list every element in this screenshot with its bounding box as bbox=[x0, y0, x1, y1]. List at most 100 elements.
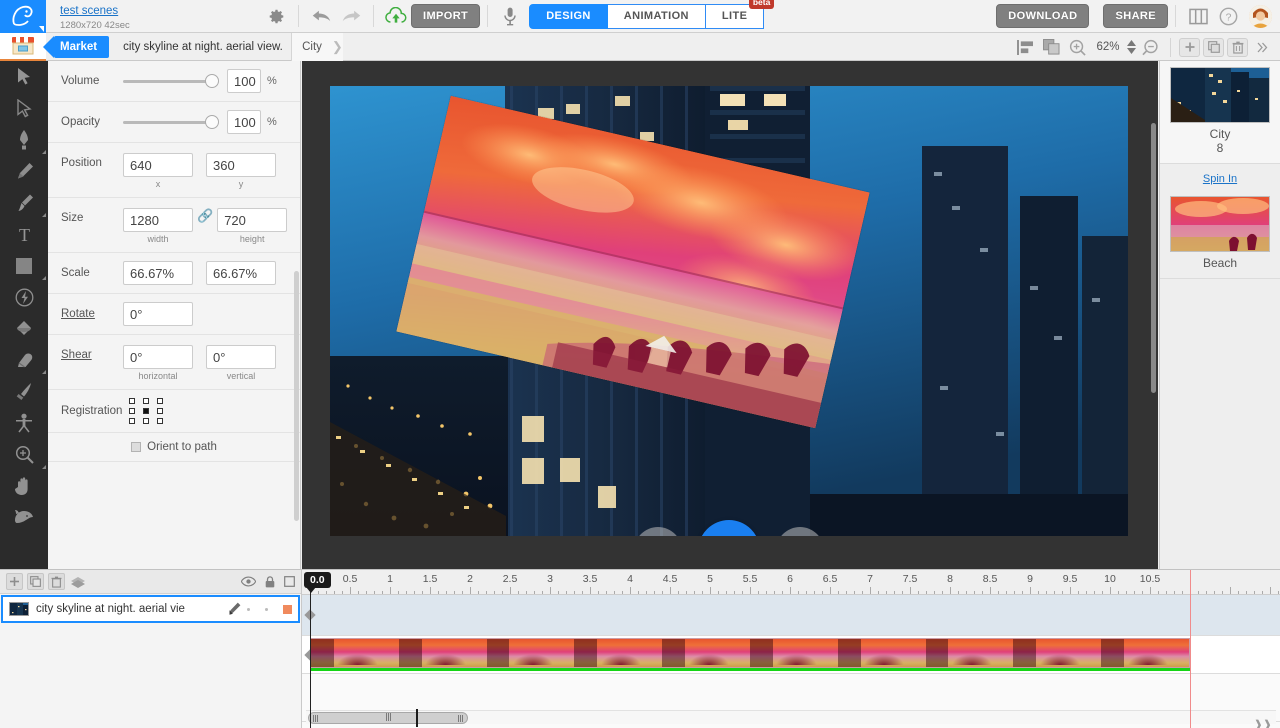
tool-flyout-indicator[interactable] bbox=[42, 464, 46, 469]
tool-flyout-indicator[interactable] bbox=[42, 370, 46, 374]
lock-icon[interactable] bbox=[265, 575, 275, 588]
logo-dropdown-caret-icon[interactable] bbox=[39, 25, 44, 32]
transition-link-spin-in[interactable]: Spin In bbox=[1203, 173, 1237, 185]
shear-label[interactable]: Shear bbox=[61, 345, 123, 361]
scrollbar-grip-left[interactable] bbox=[313, 714, 318, 722]
settings-gear-button[interactable] bbox=[261, 0, 291, 33]
opacity-input[interactable]: 100 bbox=[227, 110, 261, 134]
merge-layers-button[interactable] bbox=[69, 573, 86, 590]
opacity-slider-knob[interactable] bbox=[205, 115, 219, 129]
tool-text[interactable]: T bbox=[0, 219, 48, 251]
timeline-track-animation[interactable] bbox=[302, 595, 1280, 636]
panel-toggle-button[interactable] bbox=[1183, 3, 1213, 29]
registration-dot[interactable] bbox=[143, 398, 149, 404]
app-logo[interactable] bbox=[0, 0, 46, 33]
delete-layer-button[interactable] bbox=[48, 573, 65, 590]
mode-animation-button[interactable]: ANIMATION bbox=[607, 3, 706, 29]
tool-zoom[interactable] bbox=[0, 439, 48, 471]
align-objects-button[interactable] bbox=[1013, 36, 1037, 58]
properties-scrollbar[interactable] bbox=[294, 271, 299, 521]
tool-brush[interactable] bbox=[0, 187, 48, 219]
volume-slider-knob[interactable] bbox=[205, 74, 219, 88]
playhead-handle[interactable] bbox=[306, 587, 316, 593]
download-button[interactable]: DOWNLOAD bbox=[996, 4, 1090, 28]
registration-dot[interactable] bbox=[143, 418, 149, 424]
registration-grid[interactable] bbox=[129, 398, 167, 424]
playhead-time-badge[interactable]: 0.0 bbox=[304, 572, 331, 588]
rotate-input[interactable]: 0° bbox=[123, 302, 193, 326]
redo-button[interactable] bbox=[336, 3, 366, 29]
clip-filmstrip[interactable] bbox=[310, 638, 1190, 668]
property-orient-to-path[interactable]: Orient to path bbox=[48, 433, 300, 462]
registration-dot[interactable] bbox=[157, 398, 163, 404]
timeline-track-media[interactable] bbox=[302, 636, 1280, 674]
volume-slider[interactable] bbox=[123, 74, 219, 88]
tool-flyout-indicator[interactable] bbox=[42, 275, 46, 280]
shear-horizontal-input[interactable]: 0° bbox=[123, 345, 193, 369]
pencil-edit-icon[interactable] bbox=[228, 602, 241, 616]
registration-dot[interactable] bbox=[157, 408, 163, 414]
tool-paint-bucket[interactable] bbox=[0, 313, 48, 345]
collapse-panel-button[interactable] bbox=[1250, 36, 1274, 58]
help-button[interactable]: ? bbox=[1213, 3, 1243, 29]
timeline-collapse-icon[interactable]: ❱❱ bbox=[1254, 718, 1272, 728]
zoom-level-value[interactable]: 62% bbox=[1091, 41, 1125, 53]
market-shop-button[interactable] bbox=[0, 32, 46, 61]
tool-direct-select[interactable] bbox=[0, 93, 48, 125]
scale-x-input[interactable]: 66.67% bbox=[123, 261, 193, 285]
scene-card-city[interactable]: City 8 bbox=[1160, 61, 1280, 164]
import-button[interactable]: IMPORT bbox=[411, 4, 481, 28]
zoom-out-button[interactable] bbox=[1138, 36, 1162, 58]
duplicate-layer-button[interactable] bbox=[27, 573, 44, 590]
breadcrumb-item-city[interactable]: City bbox=[302, 41, 322, 53]
microphone-button[interactable] bbox=[495, 3, 525, 29]
registration-dot[interactable] bbox=[129, 418, 135, 424]
canvas-stage[interactable] bbox=[330, 86, 1128, 536]
eye-visibility-icon[interactable] bbox=[241, 576, 256, 587]
tool-flyout-indicator[interactable] bbox=[42, 212, 46, 217]
zoom-in-button[interactable] bbox=[1065, 36, 1089, 58]
zoom-stepper[interactable] bbox=[1127, 40, 1136, 54]
size-width-input[interactable]: 1280 bbox=[123, 208, 193, 232]
size-height-input[interactable]: 720 bbox=[217, 208, 288, 232]
registration-dot[interactable] bbox=[157, 418, 163, 424]
scene-transition[interactable]: Spin In bbox=[1160, 164, 1280, 190]
delete-scene-button[interactable] bbox=[1227, 37, 1248, 57]
position-x-input[interactable]: 640 bbox=[123, 153, 193, 177]
mode-design-button[interactable]: DESIGN bbox=[529, 3, 608, 29]
scrollbar-grip-right[interactable] bbox=[458, 714, 463, 722]
tool-select-arrow[interactable] bbox=[0, 61, 48, 93]
layer-row-city-skyline[interactable]: city skyline at night. aerial vie bbox=[1, 595, 300, 623]
upload-button[interactable] bbox=[381, 3, 411, 29]
orient-to-path-checkbox[interactable] bbox=[131, 442, 142, 452]
opacity-slider[interactable] bbox=[123, 115, 219, 129]
registration-dot-selected[interactable] bbox=[143, 408, 149, 414]
tool-effects[interactable] bbox=[0, 282, 48, 314]
tool-rectangle[interactable] bbox=[0, 250, 48, 282]
layer-color-swatch[interactable] bbox=[283, 604, 292, 614]
tool-flyout-indicator[interactable] bbox=[42, 149, 46, 154]
layer-visibility-dot[interactable] bbox=[247, 607, 250, 611]
shear-vertical-input[interactable]: 0° bbox=[206, 345, 276, 369]
tool-eraser[interactable] bbox=[0, 345, 48, 377]
link-chain-icon[interactable]: 🔗 bbox=[197, 208, 213, 224]
arrange-layers-button[interactable] bbox=[1039, 36, 1063, 58]
registration-dot[interactable] bbox=[129, 408, 135, 414]
add-layer-button[interactable] bbox=[6, 573, 23, 590]
position-y-input[interactable]: 360 bbox=[206, 153, 276, 177]
scene-card-beach[interactable]: Beach bbox=[1160, 190, 1280, 279]
square-outline-icon[interactable] bbox=[284, 576, 295, 587]
registration-dot[interactable] bbox=[129, 398, 135, 404]
rewind-button[interactable] bbox=[634, 527, 682, 536]
market-button[interactable]: Market bbox=[42, 35, 110, 58]
tool-pencil[interactable] bbox=[0, 156, 48, 188]
pause-button[interactable] bbox=[698, 520, 760, 536]
tool-knife[interactable] bbox=[0, 376, 48, 408]
fast-forward-button[interactable] bbox=[776, 527, 824, 536]
stage-vertical-scrollbar[interactable] bbox=[1151, 123, 1156, 393]
project-title-link[interactable]: test scenes bbox=[60, 5, 118, 18]
undo-button[interactable] bbox=[306, 3, 336, 29]
rotate-label[interactable]: Rotate bbox=[61, 308, 123, 320]
timeline-scrollbar-thumb[interactable] bbox=[308, 712, 468, 724]
timeline-ruler[interactable]: 0.5 1 1.5 2 2.5 3 3.5 4 4.5 5 5.5 6 6.5 7 7.5 8 8.5 9 9.5 1… bbox=[302, 570, 1280, 595]
